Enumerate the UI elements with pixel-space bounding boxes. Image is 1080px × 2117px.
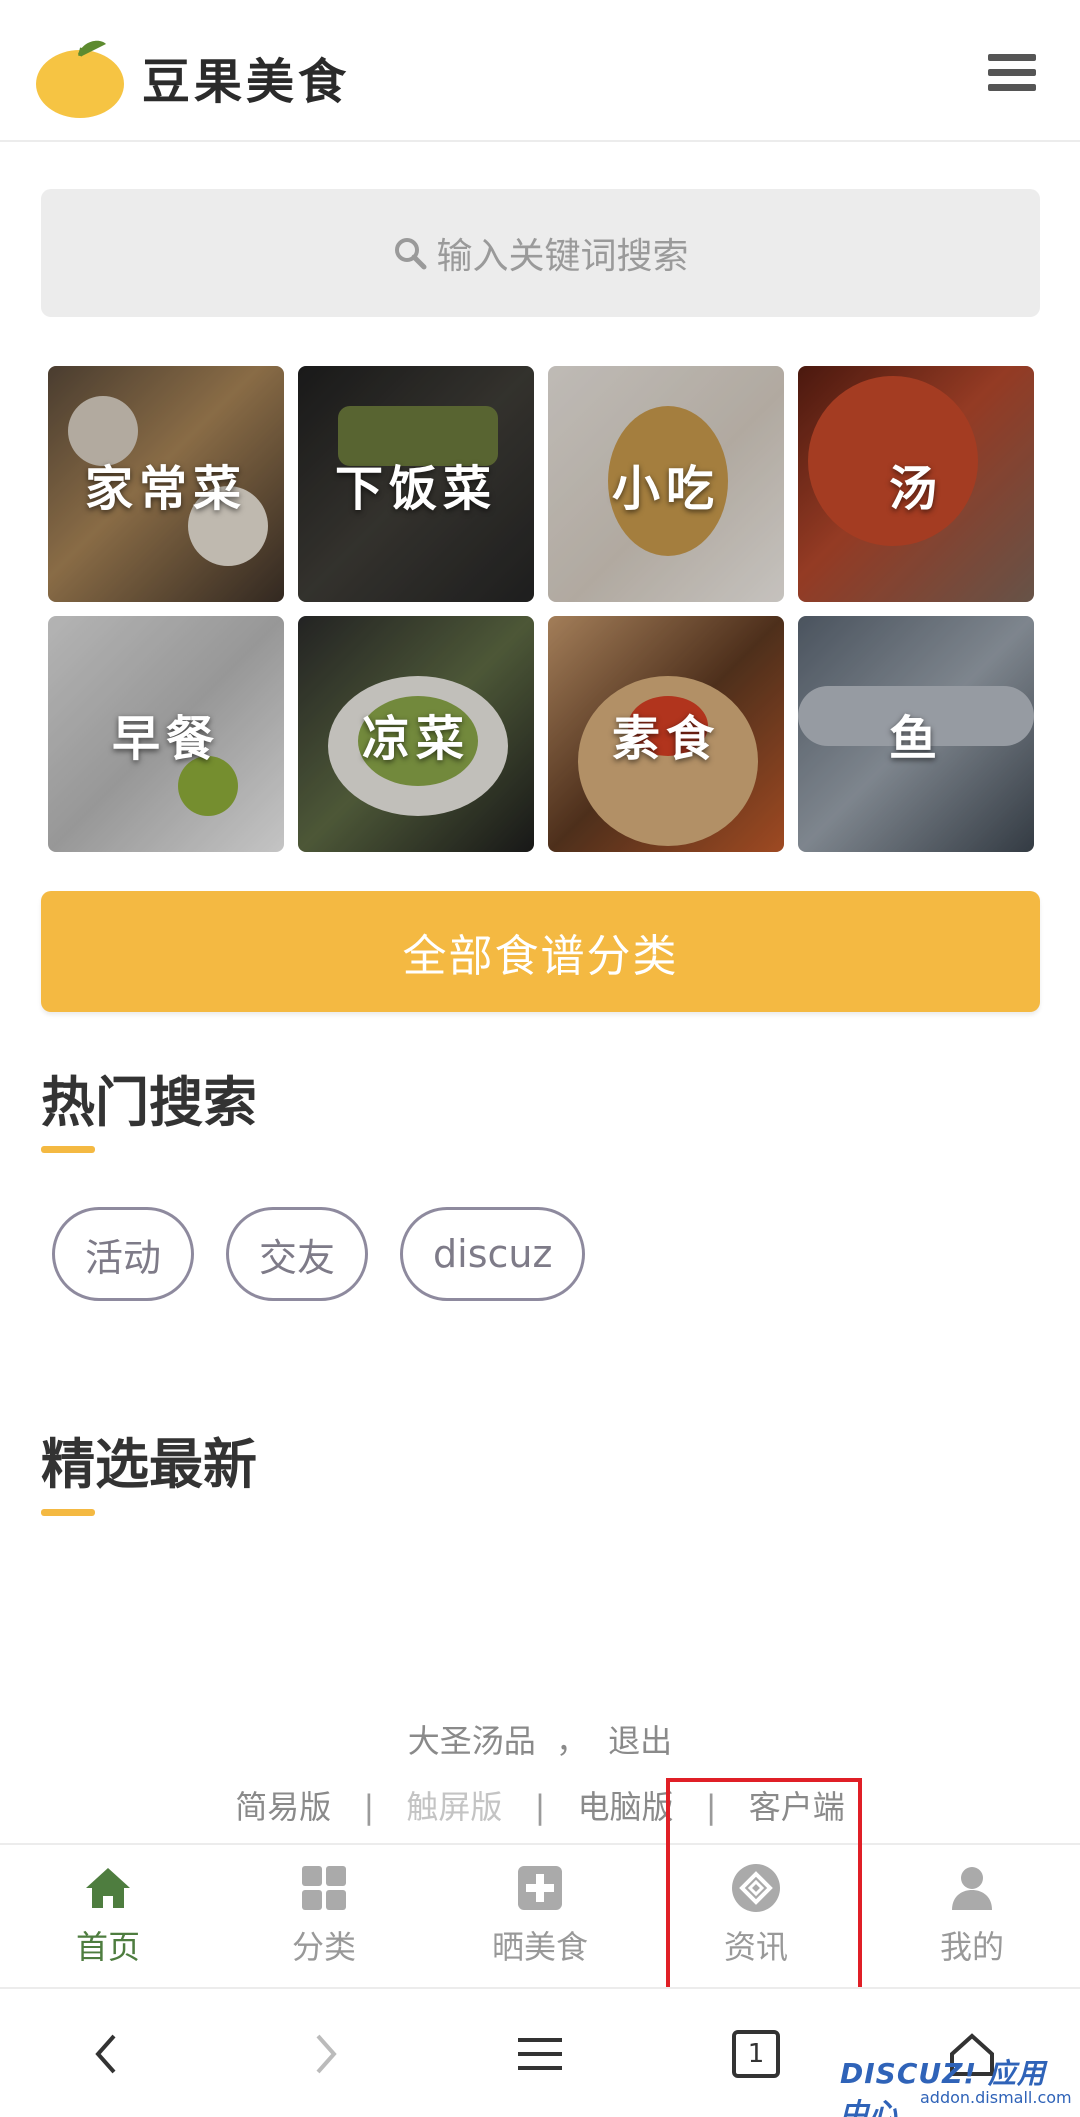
username-link[interactable]: 大圣汤品 [408, 1722, 536, 1760]
grid-icon [302, 1866, 346, 1910]
category-label: 素食 [611, 711, 720, 767]
all-recipes-button[interactable]: 全部食谱分类 [41, 891, 1040, 1012]
category-tile-home-cooking[interactable]: 家常菜 [48, 366, 284, 602]
category-label: 小吃 [611, 461, 720, 517]
footer-user: 大圣汤品 ， 退出 [0, 1716, 1080, 1762]
chevron-left-icon [95, 2034, 116, 2074]
desktop-version-link[interactable]: 电脑版 [578, 1788, 674, 1826]
category-tile-fish[interactable]: 鱼 [798, 616, 1034, 852]
category-tile-vegetarian[interactable]: 素食 [548, 616, 784, 852]
tab-label: 资讯 [723, 1928, 788, 1966]
back-button[interactable] [60, 1989, 156, 2117]
separator: | [534, 1788, 546, 1826]
hot-tag[interactable]: 交友 [226, 1207, 369, 1301]
hot-search-tags: 活动 交友 discuz [52, 1207, 586, 1301]
chevron-right-icon [316, 2034, 337, 2074]
browser-menu-button[interactable] [492, 1989, 588, 2117]
footer-comma: ， [555, 1722, 588, 1760]
client-link[interactable]: 客户端 [749, 1788, 845, 1826]
bottom-tab-bar: 首页 分类 晒美食 资讯 我的 [0, 1843, 1080, 1985]
category-tile-breakfast[interactable]: 早餐 [48, 616, 284, 852]
category-label: 下饭菜 [334, 461, 497, 517]
category-label: 汤 [888, 461, 943, 517]
category-tile-rice-dishes[interactable]: 下饭菜 [298, 366, 534, 602]
forward-button[interactable] [276, 1989, 372, 2117]
separator: | [705, 1788, 717, 1826]
tab-home[interactable]: 首页 [0, 1845, 216, 1985]
tab-label: 首页 [75, 1928, 140, 1966]
hamburger-menu-icon[interactable] [988, 54, 1036, 98]
tab-news[interactable]: 资讯 [648, 1845, 864, 1985]
latest-title: 精选最新 [41, 1433, 257, 1496]
logout-link[interactable]: 退出 [608, 1722, 672, 1760]
category-tile-snacks[interactable]: 小吃 [548, 366, 784, 602]
category-tile-cold-dishes[interactable]: 凉菜 [298, 616, 534, 852]
hot-tag[interactable]: discuz [400, 1207, 586, 1301]
search-icon [395, 238, 427, 270]
tab-label: 我的 [939, 1928, 1004, 1966]
browser-home-button[interactable] [924, 1989, 1020, 2117]
category-label: 早餐 [111, 711, 220, 767]
simple-version-link[interactable]: 简易版 [235, 1788, 331, 1826]
news-circle-icon [732, 1864, 780, 1912]
tab-category[interactable]: 分类 [216, 1845, 432, 1985]
category-label: 凉菜 [361, 711, 470, 767]
menu-lines-icon [518, 2038, 562, 2070]
tab-label: 晒美食 [491, 1928, 588, 1966]
tab-label: 分类 [291, 1928, 356, 1966]
logo-text: 豆果美食 [142, 54, 351, 110]
user-icon [952, 1867, 992, 1910]
separator: | [363, 1788, 375, 1826]
touch-version-link[interactable]: 触屏版 [406, 1788, 502, 1826]
hot-tag[interactable]: 活动 [52, 1207, 195, 1301]
category-label: 家常菜 [84, 461, 247, 517]
home-icon [86, 1868, 130, 1908]
browser-navigation-bar: 1 [0, 1987, 1080, 2117]
category-grid: 家常菜 下饭菜 小吃 汤 早餐 凉菜 素食 鱼 [48, 366, 1034, 852]
category-tile-soup[interactable]: 汤 [798, 366, 1034, 602]
hot-search-title: 热门搜索 [41, 1071, 257, 1134]
tab-share-food[interactable]: 晒美食 [432, 1845, 648, 1985]
tab-mine[interactable]: 我的 [864, 1845, 1080, 1985]
search-input[interactable]: 输入关键词搜索 [41, 189, 1040, 317]
tabs-button[interactable]: 1 [708, 1989, 804, 2117]
home-outline-icon [950, 2033, 994, 2076]
app-header: 豆果美食 [0, 10, 1080, 142]
tab-count: 1 [732, 2030, 780, 2078]
footer-version-links: 简易版 | 触屏版 | 电脑版 | 客户端 [0, 1782, 1080, 1828]
category-label: 鱼 [888, 711, 943, 767]
plus-square-icon [518, 1866, 562, 1910]
logo[interactable]: 豆果美食 [34, 34, 350, 120]
section-underline [41, 1146, 95, 1153]
logo-fruit-icon [36, 40, 124, 118]
section-underline [41, 1509, 95, 1516]
search-placeholder: 输入关键词搜索 [436, 236, 689, 277]
